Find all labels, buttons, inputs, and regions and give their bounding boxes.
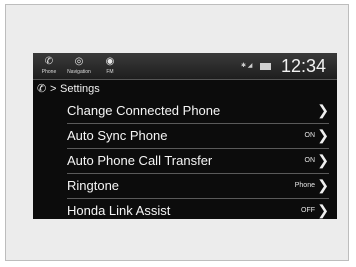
chevron-right-icon: ❯ <box>317 202 329 218</box>
chevron-right-icon: ❯ <box>317 152 329 168</box>
settings-list: Change Connected Phone ❯ Auto Sync Phone… <box>67 99 329 219</box>
signal-icon: ◢ <box>247 63 253 69</box>
phone-app-label: Phone <box>41 69 57 75</box>
chevron-right-icon: > <box>50 83 57 95</box>
navigation-app-label: Navigation <box>67 69 91 75</box>
bluetooth-icon: ✱ <box>241 63 247 69</box>
fm-app-label: FM <box>106 69 114 75</box>
navigation-app-button[interactable]: ◎ Navigation <box>66 55 92 77</box>
phone-icon: ✆ <box>37 83 47 95</box>
fm-app-button[interactable]: ◉ FM <box>97 55 123 77</box>
chevron-right-icon: ❯ <box>317 127 329 143</box>
phone-app-button[interactable]: ✆ Phone <box>36 55 62 77</box>
setting-label: Auto Phone Call Transfer <box>67 153 213 168</box>
setting-label: Change Connected Phone <box>67 103 221 118</box>
page-title: Settings <box>60 83 100 95</box>
chevron-right-icon: ❯ <box>317 102 329 118</box>
clock: 12:34 <box>281 56 327 76</box>
infotainment-screen: ✆ Phone ◎ Navigation ◉ FM ✱ ◢ 12:34 ✆ > … <box>33 53 337 219</box>
compass-icon: ◎ <box>74 56 84 67</box>
chevron-right-icon: ❯ <box>317 177 329 193</box>
setting-value: Phone <box>294 182 315 189</box>
setting-auto-phone-call-transfer[interactable]: Auto Phone Call Transfer ON ❯ <box>67 149 329 174</box>
status-icons: ✱ ◢ <box>241 61 271 71</box>
phone-icon: ✆ <box>44 56 54 67</box>
status-bar: ✆ Phone ◎ Navigation ◉ FM ✱ ◢ 12:34 <box>33 53 337 80</box>
setting-label: Ringtone <box>67 178 120 193</box>
setting-label: Honda Link Assist <box>67 203 171 218</box>
setting-value: ON <box>304 132 316 139</box>
radio-icon: ◉ <box>105 56 115 67</box>
setting-change-connected-phone[interactable]: Change Connected Phone ❯ <box>67 99 329 124</box>
figure-frame: ✆ Phone ◎ Navigation ◉ FM ✱ ◢ 12:34 ✆ > … <box>5 4 349 261</box>
setting-auto-sync-phone[interactable]: Auto Sync Phone ON ❯ <box>67 124 329 149</box>
breadcrumb: ✆ > Settings <box>33 80 337 98</box>
setting-value: OFF <box>301 207 315 214</box>
setting-label: Auto Sync Phone <box>67 128 168 143</box>
setting-ringtone[interactable]: Ringtone Phone ❯ <box>67 174 329 199</box>
setting-honda-link-assist[interactable]: Honda Link Assist OFF ❯ <box>67 199 329 219</box>
battery-icon <box>260 63 271 70</box>
setting-value: ON <box>304 157 316 164</box>
